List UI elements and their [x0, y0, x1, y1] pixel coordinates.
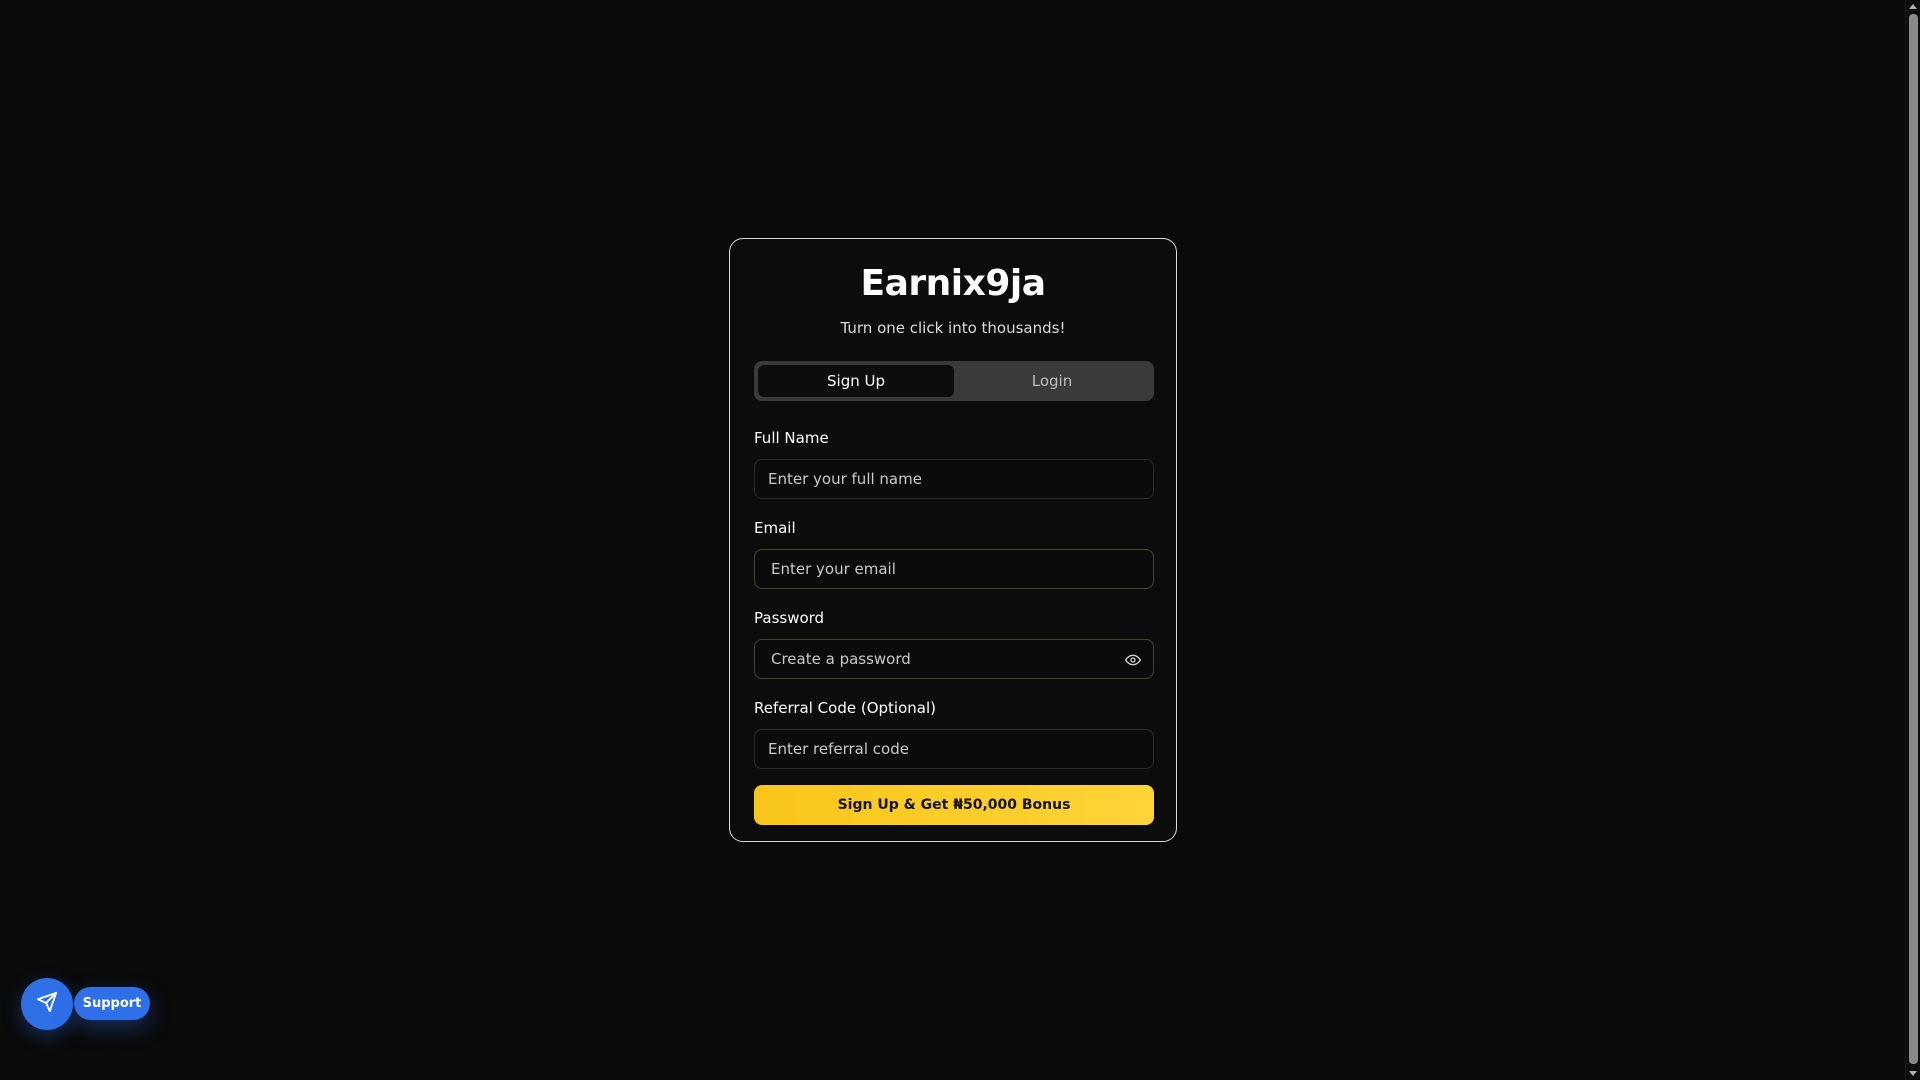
- brand-title: Earnix9ja: [860, 263, 1046, 304]
- full-name-input[interactable]: Enter your full name: [754, 459, 1154, 499]
- auth-tabs: Sign Up Login: [754, 361, 1154, 401]
- brand-tagline: Turn one click into thousands!: [840, 319, 1066, 337]
- full-name-label: Full Name: [754, 429, 829, 447]
- password-field: Password Create a password: [754, 609, 1154, 679]
- password-placeholder: Create a password: [771, 650, 911, 668]
- email-input[interactable]: Enter your email: [754, 549, 1154, 589]
- send-icon: [36, 991, 58, 1017]
- signup-card: Earnix9ja Turn one click into thousands!…: [729, 238, 1177, 842]
- eye-icon[interactable]: [1125, 652, 1141, 668]
- referral-label: Referral Code (Optional): [754, 699, 936, 717]
- scroll-up-arrow-icon[interactable]: [1909, 4, 1917, 9]
- password-input[interactable]: Create a password: [754, 639, 1154, 679]
- referral-field: Referral Code (Optional) Enter referral …: [754, 699, 1154, 769]
- scroll-thumb[interactable]: [1909, 14, 1918, 1064]
- email-field: Email Enter your email: [754, 519, 1154, 589]
- full-name-placeholder: Enter your full name: [768, 470, 922, 488]
- email-label: Email: [754, 519, 796, 537]
- referral-placeholder: Enter referral code: [768, 740, 909, 758]
- support-button[interactable]: [21, 978, 73, 1030]
- referral-input[interactable]: Enter referral code: [754, 729, 1154, 769]
- tab-signup[interactable]: Sign Up: [758, 365, 954, 397]
- page: Earnix9ja Turn one click into thousands!…: [0, 0, 1920, 1080]
- full-name-field: Full Name Enter your full name: [754, 429, 1154, 499]
- password-label: Password: [754, 609, 825, 627]
- email-placeholder: Enter your email: [771, 560, 896, 578]
- tab-login[interactable]: Login: [954, 365, 1150, 397]
- signup-submit-button[interactable]: Sign Up & Get ₦50,000 Bonus: [754, 785, 1154, 825]
- page-scrollbar[interactable]: [1905, 0, 1920, 1080]
- scroll-down-arrow-icon[interactable]: [1909, 1071, 1917, 1076]
- support-label[interactable]: Support: [74, 987, 150, 1020]
